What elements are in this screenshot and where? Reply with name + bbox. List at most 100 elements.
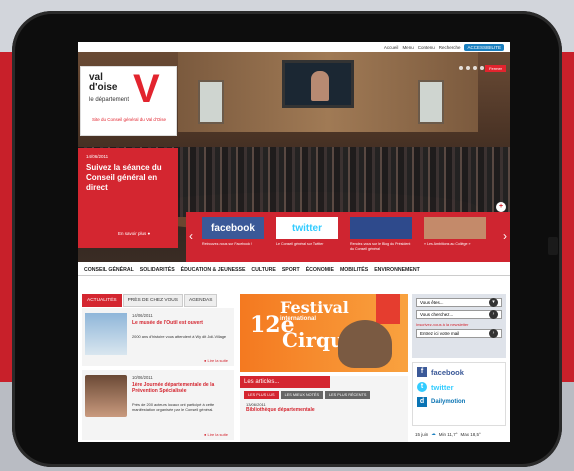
live-session-promo[interactable]: 14/06/2011 Suivez la séance du Conseil g… (78, 148, 178, 248)
link-menu[interactable]: Menu (402, 45, 413, 50)
newsletter-email-field[interactable]: Entrez ici votre mail › (416, 329, 502, 338)
news-title[interactable]: 1ère Journée départementale de la Préven… (132, 382, 230, 394)
news-read-more[interactable]: ● Lire la suite (204, 432, 228, 437)
news-tabs: ACTUALITÉS PRÈS DE CHEZ VOUS AGENDAS (82, 294, 218, 307)
news-date: 10/06/2011 (132, 375, 153, 380)
weather-min: Min 11,7° (438, 431, 458, 437)
nav-item-culture[interactable]: CULTURE (251, 267, 275, 273)
carousel-next-arrow[interactable]: › (500, 226, 510, 246)
logo-v-mark: V (133, 67, 160, 111)
carousel-caption: Rendez-vous sur le Blog du Président du … (350, 242, 411, 251)
tab-actualites[interactable]: ACTUALITÉS (82, 294, 122, 307)
college-thumbnail (424, 217, 486, 239)
tab-plus-lus[interactable]: LES PLUS LUS (244, 391, 279, 399)
newsletter-label: Inscrivez-vous à la newsletter (416, 322, 469, 327)
nav-item-mobilites[interactable]: MOBILITÉS (340, 267, 368, 273)
nav-item-sport[interactable]: SPORT (282, 267, 300, 273)
carousel-item-twitter[interactable]: twitter Le Conseil général sur Twitter (276, 217, 338, 247)
carousel-caption: Le Conseil général sur Twitter (276, 242, 324, 246)
nav-item-economie[interactable]: ÉCONOMIE (306, 267, 334, 273)
link-contenu[interactable]: Contenu (418, 45, 435, 50)
profile-select[interactable]: Vous êtes... ▾ (416, 298, 502, 307)
carousel-prev-arrow[interactable]: ‹ (186, 226, 196, 246)
social-links: f facebook t twitter d Dailymotion (412, 362, 506, 426)
weather-max: Max 18,5° (460, 431, 481, 437)
carousel-caption: « Les Ambitions au Collège » (424, 242, 471, 246)
carousel-caption: Retrouvez-nous sur Facebook ! (202, 242, 253, 246)
facebook-logo: facebook (202, 217, 264, 239)
news-title[interactable]: Le musée de l'Outil est ouvert (132, 320, 230, 326)
logo-subtitle: le département (89, 97, 130, 103)
social-label: facebook (431, 367, 464, 377)
tab-plus-recents[interactable]: LES PLUS RÉCENTS (325, 391, 371, 399)
site-logo[interactable]: val d'oise V le département Site du Cons… (80, 66, 177, 136)
news-description: Près de 200 acteurs locaux ont participé… (132, 402, 215, 412)
newsletter-submit-icon[interactable]: › (489, 329, 498, 338)
website-screen: Accueil Menu Contenu Recherche ACCESSIBI… (78, 42, 510, 442)
news-item[interactable]: 10/06/2011 1ère Journée départementale d… (82, 370, 234, 440)
promo-more-link[interactable]: En savoir plus ● (118, 231, 150, 236)
articles-tabs: LES PLUS LUS LES MIEUX NOTÉS LES PLUS RÉ… (244, 391, 404, 399)
nav-item-environnement[interactable]: ENVIRONNEMENT (374, 267, 420, 273)
accessibility-button[interactable]: ACCESSIBILITE (464, 44, 504, 51)
promo-title: Suivez la séance du Conseil général en d… (86, 163, 162, 192)
search-input[interactable]: Vous cherchez... › (416, 310, 502, 319)
slide-dots[interactable] (459, 66, 484, 70)
hero-close-button[interactable]: Fermer (485, 65, 506, 72)
hero-window (198, 80, 224, 124)
promo-carousel: ‹ facebook Retrouvez-nous sur Facebook !… (186, 212, 510, 262)
link-accueil[interactable]: Accueil (384, 45, 399, 50)
hero-window (418, 80, 444, 124)
flag-graphic (376, 294, 400, 324)
tv-speaker (311, 71, 329, 101)
festival-banner[interactable]: 12e Festival international Cirque (240, 294, 408, 372)
hero-banner: val d'oise V le département Site du Cons… (78, 52, 510, 262)
social-facebook[interactable]: f facebook (417, 367, 501, 377)
social-twitter[interactable]: t twitter (417, 382, 501, 392)
elephant-image (338, 320, 392, 368)
twitter-icon: t (417, 382, 427, 392)
hero-television (282, 60, 354, 108)
tablet-home-button[interactable] (548, 237, 558, 255)
news-date: 14/06/2011 (132, 313, 153, 318)
promo-date: 14/06/2011 (86, 154, 109, 159)
news-item[interactable]: 14/06/2011 Le musée de l'Outil est ouver… (82, 308, 234, 366)
carousel-item-college[interactable]: « Les Ambitions au Collège » (424, 217, 486, 247)
tab-agendas[interactable]: AGENDAS (183, 294, 218, 307)
articles-heading: Les articles... (240, 376, 330, 388)
nav-item-education[interactable]: ÉDUCATION & JEUNESSE (181, 267, 246, 273)
logo-tagline: Site du Conseil général du Val d'Oise (91, 117, 167, 122)
festival-word: Festival (280, 298, 349, 317)
main-navigation: CONSEIL GÉNÉRAL SOLIDARITÉS ÉDUCATION & … (78, 264, 510, 276)
news-description: 2000 ans d'histoire vous attendent à Wy … (132, 334, 227, 339)
logo-name: val d'oise (89, 72, 118, 93)
carousel-item-blog[interactable]: Rendez-vous sur le Blog du Président du … (350, 217, 412, 252)
blog-thumbnail (350, 217, 412, 239)
social-label: Dailymotion (431, 399, 466, 405)
chevron-down-icon: ▾ (489, 298, 498, 307)
social-dailymotion[interactable]: d Dailymotion (417, 397, 501, 407)
news-read-more[interactable]: ● Lire la suite (204, 358, 228, 363)
cloud-sun-icon: ☁ (431, 431, 436, 436)
article-title[interactable]: Bibliothèque départementale (246, 407, 408, 413)
facebook-icon: f (417, 367, 427, 377)
search-panel: Vous êtes... ▾ Vous cherchez... › Inscrive… (412, 294, 506, 358)
search-go-icon[interactable]: › (489, 310, 498, 319)
nav-item-solidarites[interactable]: SOLIDARITÉS (140, 267, 175, 273)
articles-box: Les articles... LES PLUS LUS LES MIEUX N… (240, 376, 408, 442)
carousel-item-facebook[interactable]: facebook Retrouvez-nous sur Facebook ! (202, 217, 264, 247)
tab-mieux-notes[interactable]: LES MIEUX NOTÉS (280, 391, 323, 399)
twitter-logo: twitter (276, 217, 338, 239)
dailymotion-icon: d (417, 397, 427, 407)
carousel-toggle-icon[interactable]: + (496, 202, 506, 212)
social-label: twitter (431, 382, 454, 392)
festival-subword: international (280, 316, 317, 322)
weather-date: 15 juin (415, 431, 429, 437)
news-thumbnail (85, 313, 127, 355)
tab-pres-de-chez-vous[interactable]: PRÈS DE CHEZ VOUS (122, 294, 183, 307)
nav-item-conseil-general[interactable]: CONSEIL GÉNÉRAL (84, 267, 134, 273)
news-thumbnail (85, 375, 127, 417)
link-recherche[interactable]: Recherche (439, 45, 461, 50)
weather-widget: 15 juin ☁ Min 11,7° Max 18,5° (412, 428, 506, 440)
top-utility-links: Accueil Menu Contenu Recherche ACCESSIBI… (384, 44, 504, 51)
